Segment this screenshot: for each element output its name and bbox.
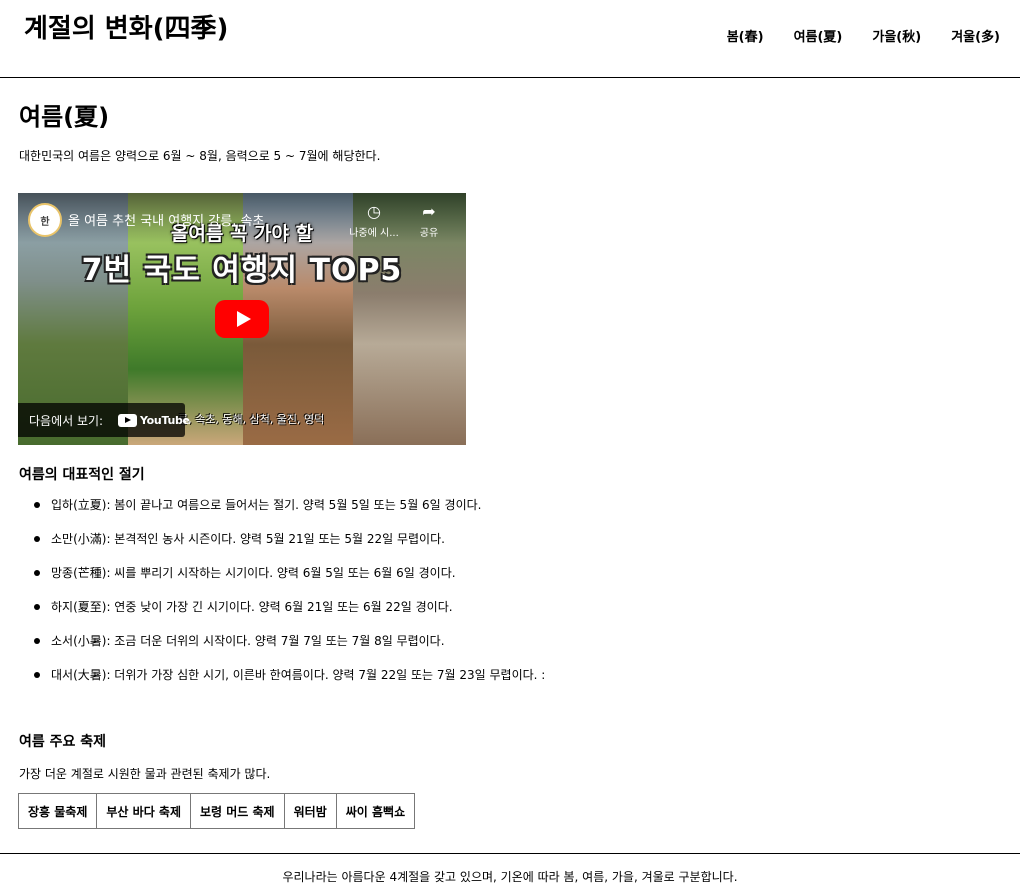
solar-terms-list: 입하(立夏): 봄이 끝나고 여름으로 들어서는 절기. 양력 5월 5일 또는… bbox=[0, 488, 1000, 692]
page-title: 여름(夏) bbox=[19, 103, 110, 131]
channel-avatar[interactable]: 한 bbox=[28, 203, 62, 237]
watch-on-youtube-button[interactable]: 다음에서 보기: YouTube bbox=[18, 403, 190, 437]
list-item: 하지(夏至): 연중 낮이 가장 긴 시기이다. 양력 6월 21일 또는 6월… bbox=[0, 590, 1000, 624]
list-item: 입하(立夏): 봄이 끝나고 여름으로 들어서는 절기. 양력 5월 5일 또는… bbox=[0, 488, 1000, 522]
site-footer: 우리나라는 아름다운 4계절을 갖고 있으며, 기온에 따라 봄, 여름, 가을… bbox=[0, 853, 1020, 893]
site-title: 계절의 변화(四季) bbox=[24, 14, 229, 44]
table-cell: 부산 바다 축제 bbox=[96, 793, 191, 829]
watch-later-button[interactable]: ◷ 나중에 시... bbox=[342, 202, 406, 240]
festivals-table: 장흥 물축제 부산 바다 축제 보령 머드 축제 워터밤 싸이 흠뻑쇼 bbox=[17, 793, 416, 829]
list-item: 망종(芒種): 씨를 뿌리기 시작하는 시기이다. 양력 6월 5일 또는 6월… bbox=[0, 556, 1000, 590]
table-row: 장흥 물축제 부산 바다 축제 보령 머드 축제 워터밤 싸이 흠뻑쇼 bbox=[17, 793, 416, 829]
share-label: 공유 bbox=[419, 228, 439, 239]
list-item: 소서(小暑): 조금 더운 더위의 시작이다. 양력 7월 7일 또는 7월 8… bbox=[0, 624, 1000, 658]
footer-text: 우리나라는 아름다운 4계절을 갖고 있으며, 기온에 따라 봄, 여름, 가을… bbox=[282, 870, 738, 884]
solar-terms-title: 여름의 대표적인 절기 bbox=[19, 467, 145, 483]
youtube-logo: YouTube bbox=[118, 413, 190, 427]
watch-on-label: 다음에서 보기: bbox=[29, 414, 104, 428]
list-item: 대서(大暑): 더위가 가장 심한 시기, 이른바 한여름이다. 양력 7월 2… bbox=[0, 658, 1000, 692]
list-item: 소만(小滿): 본격적인 농사 시즌이다. 양력 5월 21일 또는 5월 22… bbox=[0, 522, 1000, 556]
nav-link-spring[interactable]: 봄(春) bbox=[727, 26, 764, 45]
nav-link-winter[interactable]: 겨울(多) bbox=[951, 26, 1000, 45]
share-button[interactable]: ➦ 공유 bbox=[412, 202, 446, 240]
festivals-title: 여름 주요 축제 bbox=[19, 734, 107, 750]
nav-link-autumn[interactable]: 가을(秋) bbox=[872, 26, 921, 45]
watch-later-label: 나중에 시... bbox=[349, 228, 399, 239]
table-cell: 보령 머드 축제 bbox=[190, 793, 285, 829]
video-banner-line2: 7번 국도 여행지 TOP5 bbox=[81, 253, 403, 288]
share-arrow-icon: ➦ bbox=[422, 202, 436, 221]
video-title[interactable]: 올 여름 추천 국내 여행지 강릉, 속초 bbox=[68, 210, 300, 229]
table-cell: 워터밤 bbox=[283, 793, 337, 829]
youtube-video-embed[interactable]: 올여름 꼭 가야 할 7번 국도 여행지 TOP5 한 올 여름 추천 국내 여… bbox=[18, 193, 466, 445]
site-header: 계절의 변화(四季) 봄(春) 여름(夏) 가을(秋) 겨울(多) bbox=[0, 0, 1020, 78]
festivals-description: 가장 더운 계절로 시원한 물과 관련된 축제가 많다. bbox=[19, 767, 271, 781]
intro-text: 대한민국의 여름은 양력으로 6월 ~ 8월, 음력으로 5 ~ 7월에 해당한… bbox=[19, 149, 381, 163]
youtube-play-icon[interactable] bbox=[215, 300, 269, 338]
youtube-logo-text: YouTube bbox=[140, 413, 190, 427]
main-nav: 봄(春) 여름(夏) 가을(秋) 겨울(多) bbox=[727, 26, 1000, 45]
clock-icon: ◷ bbox=[367, 202, 381, 221]
video-caption: 릉, 속초, 동해, 삼척, 울진, 영덕 bbox=[178, 413, 325, 426]
table-cell: 장흥 물축제 bbox=[17, 793, 98, 829]
youtube-logo-icon bbox=[118, 413, 137, 427]
nav-link-summer[interactable]: 여름(夏) bbox=[794, 26, 843, 45]
table-cell: 싸이 흠뻑쇼 bbox=[335, 793, 416, 829]
